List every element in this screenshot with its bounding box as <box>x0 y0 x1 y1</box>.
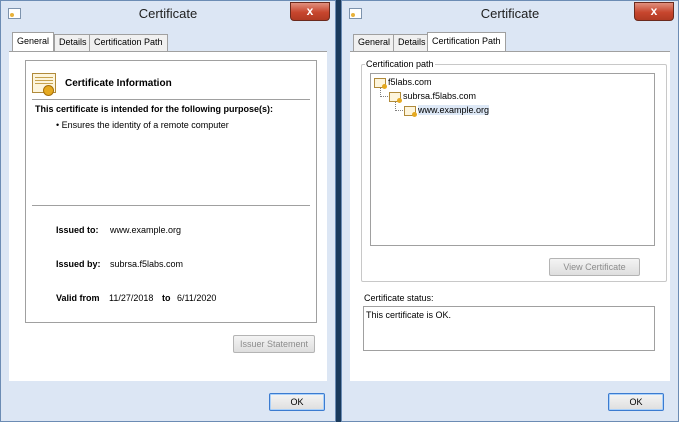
certificate-icon <box>404 105 417 117</box>
tree-node-label: www.example.org <box>418 105 490 115</box>
divider <box>32 99 310 100</box>
tree-node-intermediate[interactable]: subrsa.f5labs.com <box>389 91 477 103</box>
valid-from-label: Valid from <box>56 293 100 303</box>
certificate-window-general: Certificate x General Details Certificat… <box>0 0 336 422</box>
issued-by-label: Issued by: <box>56 259 101 269</box>
close-button[interactable]: x <box>634 2 674 21</box>
certification-path-label: Certification path <box>365 59 435 69</box>
certificate-icon <box>389 91 402 103</box>
tree-node-leaf[interactable]: www.example.org <box>404 105 490 117</box>
tab-details[interactable]: Details <box>54 34 92 51</box>
certificate-icon <box>32 73 56 96</box>
certificate-status-label: Certificate status: <box>363 293 435 303</box>
divider <box>32 205 310 206</box>
title-bar[interactable]: Certificate x <box>342 1 678 27</box>
tree-node-root[interactable]: f5labs.com <box>374 77 432 89</box>
view-certificate-button[interactable]: View Certificate <box>549 258 640 276</box>
ok-button[interactable]: OK <box>608 393 664 411</box>
certificate-icon <box>374 77 387 89</box>
certificate-status-box[interactable]: This certificate is OK. <box>363 306 655 351</box>
certificate-status-text: This certificate is OK. <box>366 310 452 320</box>
issued-by-value: subrsa.f5labs.com <box>110 259 184 269</box>
certificate-info-box: Certificate Information This certificate… <box>25 60 317 323</box>
valid-to-label: to <box>162 293 171 303</box>
tab-general[interactable]: General <box>12 32 55 51</box>
title-bar[interactable]: Certificate x <box>1 1 335 27</box>
tree-node-label: subrsa.f5labs.com <box>403 91 477 101</box>
valid-from-value: 11/27/2018 <box>109 293 154 303</box>
purpose-title: This certificate is intended for the fol… <box>35 104 274 114</box>
certification-path-tree[interactable]: f5labs.com subrsa.f5labs.com www.example… <box>370 73 655 246</box>
tab-certification-path[interactable]: Certification Path <box>427 32 506 51</box>
tree-node-label: f5labs.com <box>388 77 432 87</box>
certification-path-group: Certification path f5labs.com subrsa.f5l… <box>361 59 667 282</box>
certificate-window-path: Certificate x General Details Certificat… <box>341 0 679 422</box>
issued-to-value: www.example.org <box>110 225 182 235</box>
tab-certification-path[interactable]: Certification Path <box>89 34 168 51</box>
valid-to-value: 6/11/2020 <box>177 293 217 303</box>
window-title: Certificate <box>480 6 540 21</box>
tab-general[interactable]: General <box>353 34 396 51</box>
info-heading: Certificate Information <box>65 78 172 89</box>
certification-path-tab-panel: Certification path f5labs.com subrsa.f5l… <box>350 51 670 381</box>
issued-to-label: Issued to: <box>56 225 99 235</box>
issuer-statement-button[interactable]: Issuer Statement <box>233 335 315 353</box>
tab-details[interactable]: Details <box>393 34 431 51</box>
purpose-item: • Ensures the identity of a remote compu… <box>56 120 229 130</box>
close-button[interactable]: x <box>290 2 330 21</box>
ok-button[interactable]: OK <box>269 393 325 411</box>
general-tab-panel: Certificate Information This certificate… <box>9 51 327 381</box>
window-title: Certificate <box>138 6 198 21</box>
